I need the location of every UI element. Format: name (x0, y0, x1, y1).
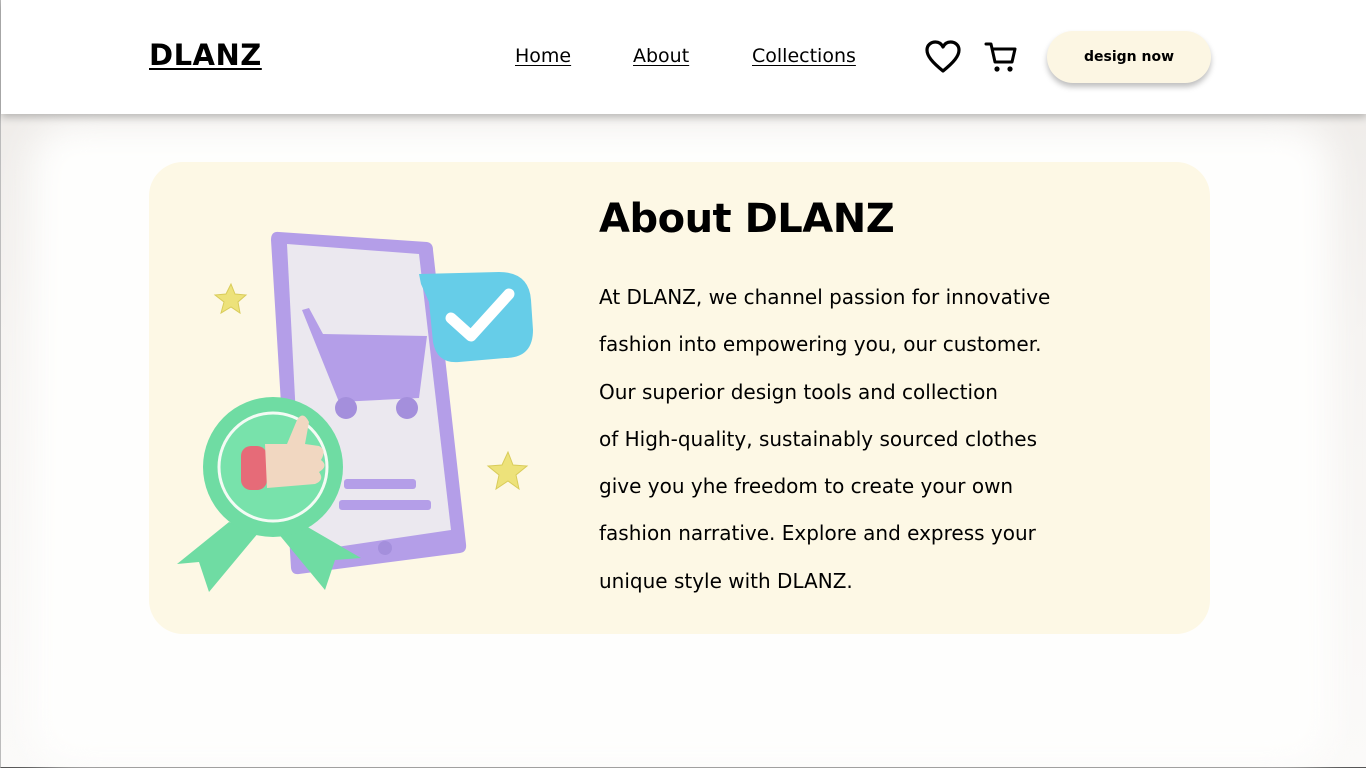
about-title: About DLANZ (599, 196, 895, 242)
heart-icon[interactable] (924, 38, 962, 76)
about-line: Our superior design tools and collection (599, 379, 998, 404)
nav-collections-link[interactable]: Collections (752, 45, 856, 67)
logo[interactable]: DLANZ (149, 38, 262, 72)
shopping-illustration (169, 222, 539, 602)
about-line: fashion narrative. Explore and express y… (599, 521, 1036, 546)
about-line: At DLANZ, we channel passion for innovat… (599, 285, 1051, 309)
star-icon (213, 282, 248, 315)
about-line: unique style with DLANZ. (599, 568, 853, 593)
site-header: DLANZ Home About Collections design now (1, 0, 1366, 114)
about-line: of High-quality, sustainably sourced clo… (599, 426, 1037, 451)
about-description: At DLANZ, we channel passion for innovat… (599, 274, 1159, 605)
cart-icon[interactable] (982, 38, 1020, 76)
about-line: give you yhe freedom to create your own (599, 474, 1014, 499)
about-card: About DLANZ At DLANZ, we channel passion… (149, 162, 1210, 634)
check-bubble-icon (419, 272, 533, 363)
design-now-button[interactable]: design now (1047, 31, 1211, 83)
star-icon (486, 450, 529, 491)
nav-about-link[interactable]: About (633, 45, 689, 67)
about-line: fashion into empowering you, our custome… (599, 332, 1042, 357)
nav-home-link[interactable]: Home (515, 45, 571, 67)
